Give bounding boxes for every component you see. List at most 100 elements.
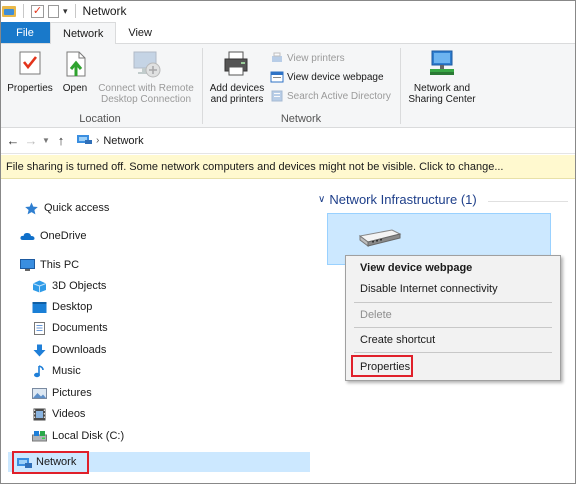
nav-network[interactable]: Network — [8, 452, 310, 472]
computer-icon — [20, 258, 35, 272]
add-devices-label-line1: Add devices — [209, 83, 265, 94]
breadcrumb-network[interactable]: Network — [103, 135, 143, 147]
open-icon — [59, 48, 91, 80]
network-crumb-icon — [76, 133, 92, 148]
directory-icon — [270, 90, 284, 102]
view-device-webpage-button[interactable]: View device webpage — [270, 71, 384, 83]
nav-network-label: Network — [36, 456, 77, 468]
documents-icon — [32, 321, 47, 335]
network-sharing-icon — [426, 48, 458, 80]
up-arrow-icon[interactable]: ↑ — [52, 133, 70, 148]
network-group: Add devices and printers View printers V… — [204, 44, 398, 128]
nav-pictures-label: Pictures — [52, 387, 92, 399]
properties-icon — [14, 48, 46, 80]
cube-3d-icon — [32, 280, 47, 293]
nav-downloads[interactable]: Downloads — [32, 340, 106, 360]
collapse-chevron-icon[interactable]: ∨ — [318, 194, 325, 205]
remote-desktop-label-line1: Connect with Remote — [98, 83, 194, 94]
menu-view-device-webpage[interactable]: View device webpage — [347, 257, 559, 279]
sharing-group: Network and Sharing Center — [402, 44, 482, 128]
network-icon — [16, 456, 32, 469]
breadcrumb[interactable]: › Network — [76, 133, 144, 148]
customize-dropdown-icon[interactable]: ▾ — [63, 6, 68, 17]
infobar-text: File sharing is turned off. Some network… — [6, 160, 504, 173]
pictures-icon — [32, 387, 47, 400]
videos-icon — [32, 408, 47, 421]
network-sharing-label-line1: Network and — [413, 83, 471, 94]
nav-music[interactable]: Music — [32, 361, 81, 381]
nav-videos-label: Videos — [52, 408, 86, 420]
nav-this-pc[interactable]: This PC — [20, 255, 79, 275]
recent-locations-chevron-icon[interactable]: ▼ — [40, 136, 52, 145]
tab-network[interactable]: Network — [50, 22, 117, 44]
nav-videos[interactable]: Videos — [32, 404, 85, 424]
nav-desktop-label: Desktop — [52, 301, 93, 313]
back-arrow-icon[interactable]: ← — [4, 133, 22, 148]
open-button[interactable]: Open — [60, 48, 90, 94]
nav-onedrive[interactable]: OneDrive — [20, 226, 86, 246]
network-group-label: Network — [280, 113, 322, 125]
nav-documents[interactable]: Documents — [32, 318, 108, 338]
remote-desktop-label-line2: Desktop Connection — [100, 94, 192, 105]
group-divider — [488, 201, 568, 202]
menu-separator — [354, 327, 552, 328]
tab-file[interactable]: File — [0, 22, 50, 43]
cloud-icon — [20, 230, 35, 243]
menu-properties[interactable]: Properties — [347, 356, 559, 378]
search-active-directory-label: Search Active Directory — [287, 90, 391, 102]
view-device-webpage-label: View device webpage — [287, 71, 384, 83]
network-infrastructure-group[interactable]: ∨ Network Infrastructure (1) — [318, 192, 477, 207]
menu-separator — [354, 302, 552, 303]
printer-icon — [221, 48, 253, 80]
nav-this-pc-label: This PC — [40, 259, 80, 271]
folder-icon[interactable] — [2, 5, 16, 17]
nav-music-label: Music — [52, 365, 81, 377]
remote-desktop-button[interactable]: Connect with Remote Desktop Connection — [94, 48, 198, 105]
remote-desktop-icon — [130, 48, 162, 80]
menu-separator — [354, 352, 552, 353]
menu-create-shortcut[interactable]: Create shortcut — [347, 329, 559, 351]
address-bar: ← → ▼ ↑ › Network — [0, 128, 576, 154]
tab-view[interactable]: View — [116, 22, 164, 43]
file-sharing-infobar[interactable]: File sharing is turned off. Some network… — [0, 155, 576, 179]
download-arrow-icon — [32, 344, 47, 357]
nav-3d-objects-label: 3D Objects — [52, 280, 107, 292]
search-active-directory-button[interactable]: Search Active Directory — [270, 90, 391, 102]
breadcrumb-chevron-icon[interactable]: › — [96, 135, 99, 146]
view-printers-button[interactable]: View printers — [270, 52, 345, 64]
desktop-icon — [32, 301, 47, 314]
navigation-pane: Quick access OneDrive This PC 3D Objects… — [0, 180, 312, 484]
properties-button[interactable]: Properties — [4, 48, 56, 94]
nav-onedrive-label: OneDrive — [40, 230, 87, 242]
nav-quick-access-label: Quick access — [44, 202, 110, 214]
nav-documents-label: Documents — [52, 322, 108, 334]
network-sharing-center-button[interactable]: Network and Sharing Center — [404, 48, 480, 105]
add-devices-button[interactable]: Add devices and printers — [206, 48, 268, 105]
view-printers-label: View printers — [287, 52, 345, 64]
properties-label: Properties — [7, 83, 53, 94]
nav-desktop[interactable]: Desktop — [32, 297, 92, 317]
nav-3d-objects[interactable]: 3D Objects — [32, 276, 106, 296]
nav-downloads-label: Downloads — [52, 344, 107, 356]
nav-local-disk-label: Local Disk (C:) — [52, 430, 125, 442]
forward-arrow-icon[interactable]: → — [22, 133, 40, 148]
menu-delete[interactable]: Delete — [347, 304, 559, 326]
add-devices-label-line2: and printers — [210, 94, 264, 105]
star-icon — [24, 202, 39, 215]
view-printers-icon — [270, 52, 284, 64]
ribbon-tabs: File Network View — [0, 22, 576, 44]
webpage-icon — [270, 71, 284, 83]
open-label: Open — [62, 83, 88, 94]
router-icon — [356, 228, 402, 251]
nav-local-disk[interactable]: Local Disk (C:) — [32, 426, 124, 446]
nav-quick-access[interactable]: Quick access — [24, 198, 109, 218]
properties-quick-icon[interactable]: ✓ — [31, 4, 44, 18]
new-folder-quick-icon[interactable] — [48, 4, 59, 18]
menu-disable-internet[interactable]: Disable Internet connectivity — [347, 278, 559, 300]
nav-pictures[interactable]: Pictures — [32, 383, 92, 403]
quick-access-toolbar: ✓ ▾ — [2, 4, 79, 18]
separator — [74, 4, 76, 18]
local-disk-icon — [32, 430, 47, 443]
context-menu: View device webpage Disable Internet con… — [345, 255, 561, 381]
group-header-label: Network Infrastructure (1) — [329, 192, 477, 207]
